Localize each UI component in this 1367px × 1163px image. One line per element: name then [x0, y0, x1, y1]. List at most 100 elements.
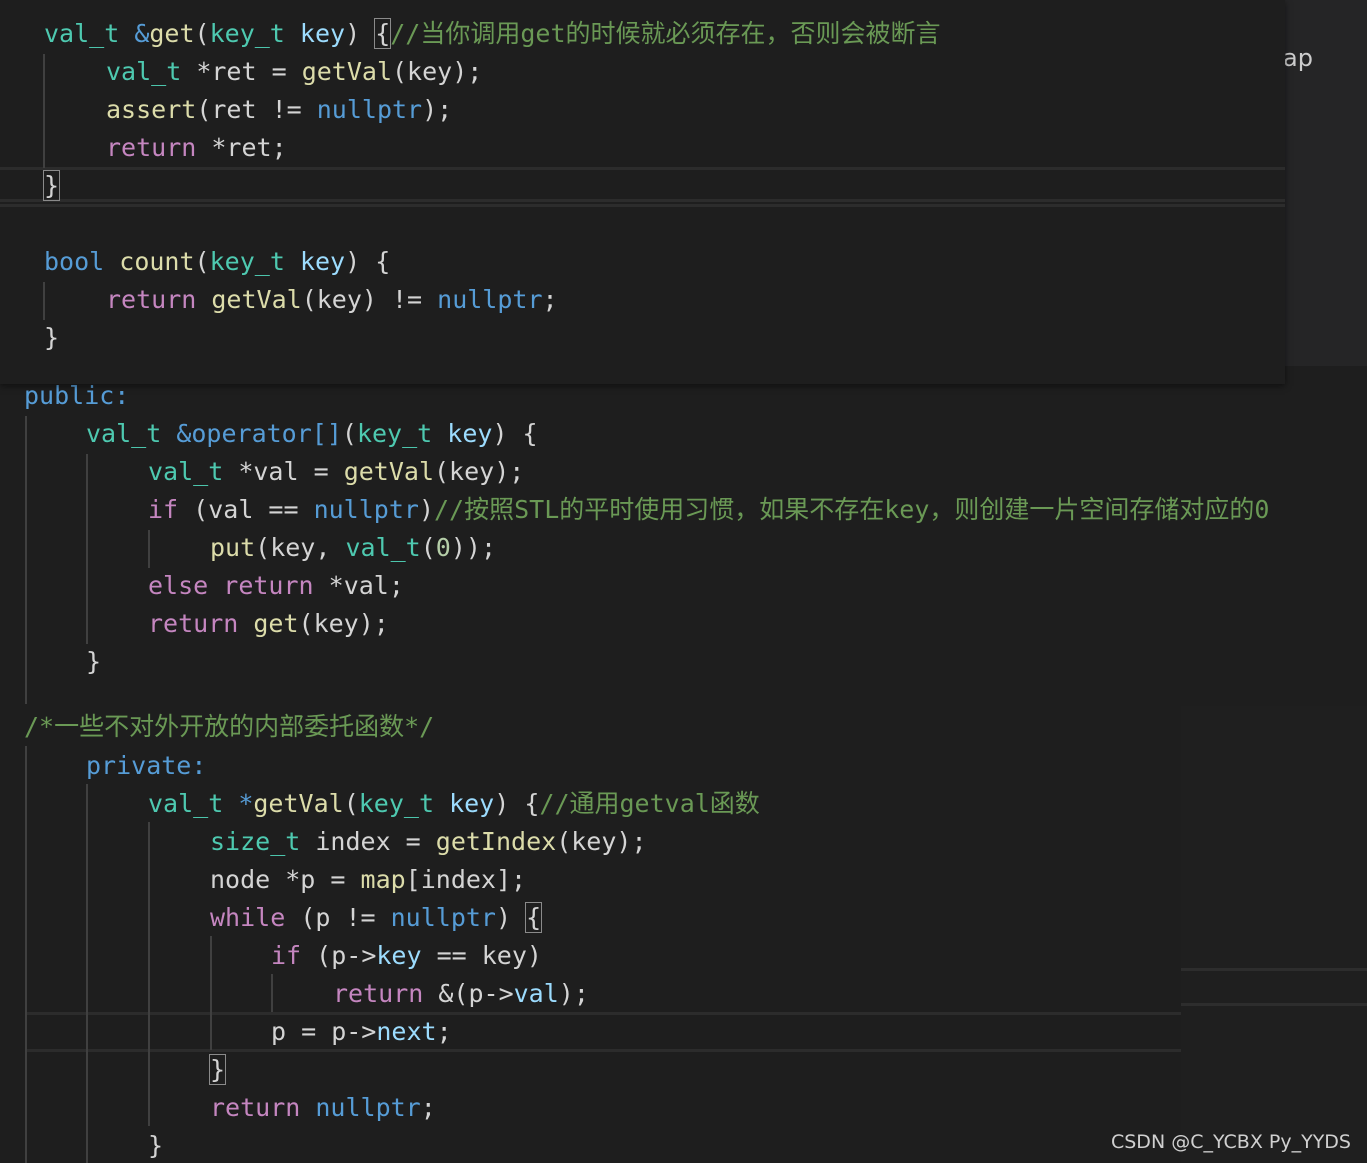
code-token: &(p-> [423, 979, 514, 1008]
code-line[interactable]: } [86, 643, 101, 681]
code-line[interactable]: } [44, 319, 59, 357]
code-token: put [210, 533, 256, 562]
code-line[interactable]: if (p->key == key) [271, 937, 542, 975]
code-token: return [106, 133, 197, 162]
code-token: key [299, 247, 346, 276]
indent-guide [86, 454, 88, 644]
code-token: ) [495, 903, 527, 932]
code-line[interactable]: return *ret; [106, 129, 287, 167]
code-token: p = p-> [271, 1017, 377, 1046]
code-token: } [148, 1131, 164, 1160]
code-line[interactable]: } [42, 167, 61, 205]
code-line[interactable]: assert(ret != nullptr); [106, 91, 452, 129]
code-token: map [360, 865, 406, 894]
code-token: (key) != [301, 285, 438, 314]
code-line[interactable]: else return *val; [148, 567, 404, 605]
code-token: (p != [285, 903, 391, 932]
code-line[interactable]: p = p->next; [271, 1013, 452, 1051]
code-token: if [148, 495, 179, 524]
code-token: count [119, 247, 195, 276]
code-token: (ret != [196, 95, 317, 124]
code-line[interactable]: node *p = map[index]; [210, 861, 526, 899]
code-line[interactable]: /*一些不对外开放的内部委托函数*/ [24, 708, 434, 746]
code-token: == key) [421, 941, 542, 970]
code-line[interactable]: val_t *val = getVal(key); [148, 453, 524, 491]
bracket-match: { [525, 902, 543, 933]
code-token: else [148, 571, 209, 600]
code-token: *ret; [196, 133, 287, 162]
code-token: get [149, 19, 195, 48]
code-line[interactable]: } [208, 1051, 227, 1089]
code-line[interactable]: put(key, val_t(0)); [210, 529, 496, 567]
code-token: (key); [298, 609, 389, 638]
code-token: key [376, 941, 422, 970]
code-token: ( [341, 419, 357, 448]
code-token: val_t [44, 19, 120, 48]
code-line[interactable]: if (val == nullptr)//按照STL的平时使用习惯，如果不存在k… [148, 491, 1269, 529]
code-token: operator[] [191, 419, 342, 448]
code-token: getIndex [435, 827, 557, 856]
code-token: key_t [358, 789, 435, 818]
background-tab-label[interactable]: ap [1283, 44, 1313, 72]
code-token: ( [420, 533, 436, 562]
code-token: key [299, 19, 346, 48]
code-token: key [449, 789, 495, 818]
indent-guide [86, 784, 88, 1163]
code-token: size_t [210, 827, 301, 856]
indent-guide [148, 822, 150, 1126]
code-token: ( [194, 247, 210, 276]
code-token: *ret = [181, 57, 302, 86]
code-line[interactable]: while (p != nullptr) { [210, 899, 543, 937]
code-line[interactable]: return &(p->val); [333, 975, 589, 1013]
code-token: key_t [356, 419, 433, 448]
code-line[interactable]: size_t index = getIndex(key); [210, 823, 647, 861]
code-token: (val == [178, 495, 314, 524]
code-token: ) { [345, 247, 391, 276]
background-divider [1181, 1003, 1367, 1006]
indent-guide [271, 974, 273, 1012]
code-token: [index]; [405, 865, 527, 894]
code-token: (key); [434, 457, 525, 486]
code-line[interactable]: return nullptr; [210, 1089, 436, 1127]
code-token: getVal [253, 789, 344, 818]
code-token: key [447, 419, 493, 448]
code-token: } [86, 647, 102, 676]
code-token: val_t [148, 457, 224, 486]
code-line[interactable]: return getVal(key) != nullptr; [106, 281, 558, 319]
code-line[interactable]: val_t &get(key_t key) {//当你调用get的时候就必须存在… [44, 15, 941, 53]
code-token: *val; [313, 571, 404, 600]
code-token: key_t [209, 247, 285, 276]
bracket-match: } [42, 170, 61, 201]
indent-guide [148, 530, 150, 568]
code-line[interactable]: val_t *ret = getVal(key); [106, 53, 482, 91]
code-token: ) { [494, 789, 540, 818]
code-token: ) [418, 495, 434, 524]
code-token: getVal [211, 285, 302, 314]
bracket-match: { [374, 18, 392, 49]
code-token: next [376, 1017, 437, 1046]
code-token: return [106, 285, 197, 314]
code-token: nullptr [315, 1093, 421, 1122]
code-line[interactable]: val_t *getVal(key_t key) {//通用getval函数 [148, 785, 760, 823]
code-line[interactable]: private: [86, 747, 206, 785]
code-token: get [253, 609, 299, 638]
code-token: (key); [392, 57, 483, 86]
indent-guide [210, 936, 212, 1050]
code-token: getVal [301, 57, 392, 86]
code-line[interactable]: bool count(key_t key) { [44, 243, 390, 281]
code-token: val_t [106, 57, 182, 86]
code-token: public: [24, 381, 130, 410]
code-line[interactable]: return get(key); [148, 605, 389, 643]
code-line[interactable]: } [148, 1127, 163, 1163]
code-token: ( [343, 789, 359, 818]
code-token: val_t [86, 419, 162, 448]
code-line[interactable]: val_t &operator[](key_t key) { [86, 415, 538, 453]
current-line-highlight [25, 1012, 1181, 1052]
